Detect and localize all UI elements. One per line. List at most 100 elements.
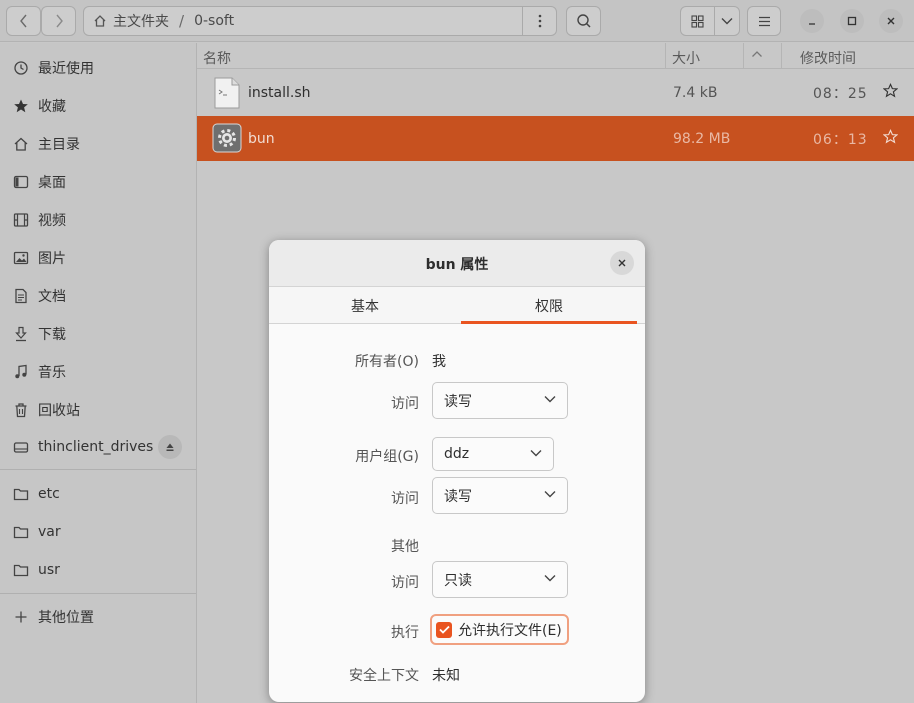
sidebar-item-label: 其他位置 (38, 610, 94, 626)
sidebar-item-label: 最近使用 (38, 61, 94, 77)
executable-file-icon (212, 123, 242, 153)
plus-icon (12, 608, 30, 626)
eject-icon (166, 443, 174, 451)
allow-execute-checkbox[interactable]: 允许执行文件(E) (430, 614, 569, 645)
back-button[interactable] (6, 6, 41, 36)
search-icon (576, 14, 591, 28)
tab-basic[interactable]: 基本 (277, 287, 453, 324)
dialog-title: bun 属性 (425, 257, 489, 273)
sidebar-divider (0, 469, 196, 470)
sidebar-item-label: 文档 (38, 289, 66, 305)
sidebar-item-music[interactable]: 音乐 (0, 355, 196, 389)
main-menu-button[interactable] (747, 6, 781, 36)
column-divider (665, 43, 666, 69)
path-current-folder[interactable]: 0-soft (194, 13, 234, 29)
sidebar-item-label: var (38, 524, 61, 540)
file-modified: 06：13 (813, 131, 868, 148)
chevron-down-icon (721, 18, 733, 25)
group-select[interactable]: ddz (432, 437, 554, 471)
trash-icon (12, 401, 30, 419)
sidebar-item-documents[interactable]: 文档 (0, 279, 196, 313)
chevron-down-icon (530, 450, 542, 457)
sidebar-item-trash[interactable]: 回收站 (0, 393, 196, 427)
path-menu-button[interactable] (522, 7, 556, 35)
dialog-tabs: 基本 权限 (269, 287, 645, 324)
path-bar[interactable]: 主文件夹 / 0-soft (83, 6, 557, 36)
security-context-label: 安全上下文 (349, 668, 419, 684)
owner-access-select[interactable]: 读写 (432, 382, 568, 419)
sidebar-item-videos[interactable]: 视频 (0, 203, 196, 237)
allow-execute-label: 允许执行文件(E) (458, 622, 562, 639)
others-access-select[interactable]: 只读 (432, 561, 568, 598)
minimize-button[interactable] (800, 9, 824, 33)
sidebar-item-desktop[interactable]: 桌面 (0, 165, 196, 199)
chevron-right-icon (55, 14, 63, 28)
column-divider (781, 43, 782, 69)
sidebar-bookmark-var[interactable]: var (0, 515, 196, 549)
sidebar-bookmark-usr[interactable]: usr (0, 553, 196, 587)
sidebar-item-other-locations[interactable]: 其他位置 (0, 600, 196, 634)
folder-icon (12, 561, 30, 579)
checkmark-icon (436, 621, 452, 638)
chevron-down-icon (544, 575, 556, 582)
file-row-install-sh[interactable]: install.sh 7.4 kB 08：25 (197, 70, 914, 115)
view-options-button[interactable] (714, 6, 740, 36)
owner-label: 所有者(O) (355, 354, 419, 370)
others-access-label: 访问 (391, 575, 419, 591)
star-outline-icon[interactable] (882, 129, 899, 148)
column-modified[interactable]: 修改时间 (800, 48, 856, 68)
security-context-value: 未知 (432, 668, 460, 684)
group-access-select[interactable]: 读写 (432, 477, 568, 514)
sidebar-bookmark-etc[interactable]: etc (0, 477, 196, 511)
owner-access-label: 访问 (391, 396, 419, 412)
desktop-icon (12, 173, 30, 191)
file-row-bun[interactable]: bun 98.2 MB 06：13 (197, 116, 914, 161)
maximize-icon (847, 16, 857, 26)
chevron-left-icon (19, 14, 27, 28)
sidebar: 最近使用 收藏 主目录 桌面 视频 图片 文档 下载 音乐 回收站 thincl… (0, 43, 197, 703)
tab-permissions[interactable]: 权限 (461, 287, 637, 324)
header-bar: 主文件夹 / 0-soft (0, 0, 914, 42)
sidebar-item-downloads[interactable]: 下载 (0, 317, 196, 351)
minimize-icon (809, 23, 815, 25)
sidebar-item-label: thinclient_drives (38, 439, 154, 455)
path-separator: / (179, 12, 185, 30)
sidebar-item-pictures[interactable]: 图片 (0, 241, 196, 275)
grid-view-button[interactable] (680, 6, 715, 36)
dialog-close-button[interactable] (610, 251, 634, 275)
sidebar-item-label: 下载 (38, 327, 66, 343)
folder-icon (12, 485, 30, 503)
sidebar-item-label: 主目录 (38, 137, 80, 153)
star-outline-icon[interactable] (882, 83, 899, 102)
close-window-button[interactable] (879, 9, 903, 33)
sidebar-item-home[interactable]: 主目录 (0, 127, 196, 161)
sort-ascending-icon[interactable] (751, 47, 763, 63)
sidebar-item-recent[interactable]: 最近使用 (0, 51, 196, 85)
clock-icon (12, 59, 30, 77)
document-icon (12, 287, 30, 305)
search-button[interactable] (566, 6, 601, 36)
sidebar-item-starred[interactable]: 收藏 (0, 89, 196, 123)
file-modified: 08：25 (813, 85, 868, 102)
sidebar-item-label: 图片 (38, 251, 66, 267)
folder-icon (12, 523, 30, 541)
script-file-icon (214, 77, 240, 109)
chevron-down-icon (544, 396, 556, 403)
column-name[interactable]: 名称 (203, 48, 231, 68)
sidebar-item-label: 音乐 (38, 365, 66, 381)
hamburger-menu-icon (758, 16, 770, 26)
path-home-button[interactable]: 主文件夹 (84, 11, 169, 31)
grid-view-icon (691, 14, 704, 28)
forward-button[interactable] (41, 6, 76, 36)
execute-label: 执行 (391, 625, 419, 641)
group-access-value: 读写 (444, 488, 472, 505)
column-size[interactable]: 大小 (672, 48, 700, 68)
file-name: bun (248, 130, 275, 147)
file-name: install.sh (248, 84, 311, 101)
properties-dialog: bun 属性 基本 权限 所有者(O) 我 访问 读写 用户组(G) ddz 访… (269, 240, 645, 702)
sidebar-item-label: 桌面 (38, 175, 66, 191)
eject-button[interactable] (158, 435, 182, 459)
file-size: 98.2 MB (673, 130, 731, 147)
column-header: 名称 大小 修改时间 (197, 43, 914, 69)
maximize-button[interactable] (840, 9, 864, 33)
